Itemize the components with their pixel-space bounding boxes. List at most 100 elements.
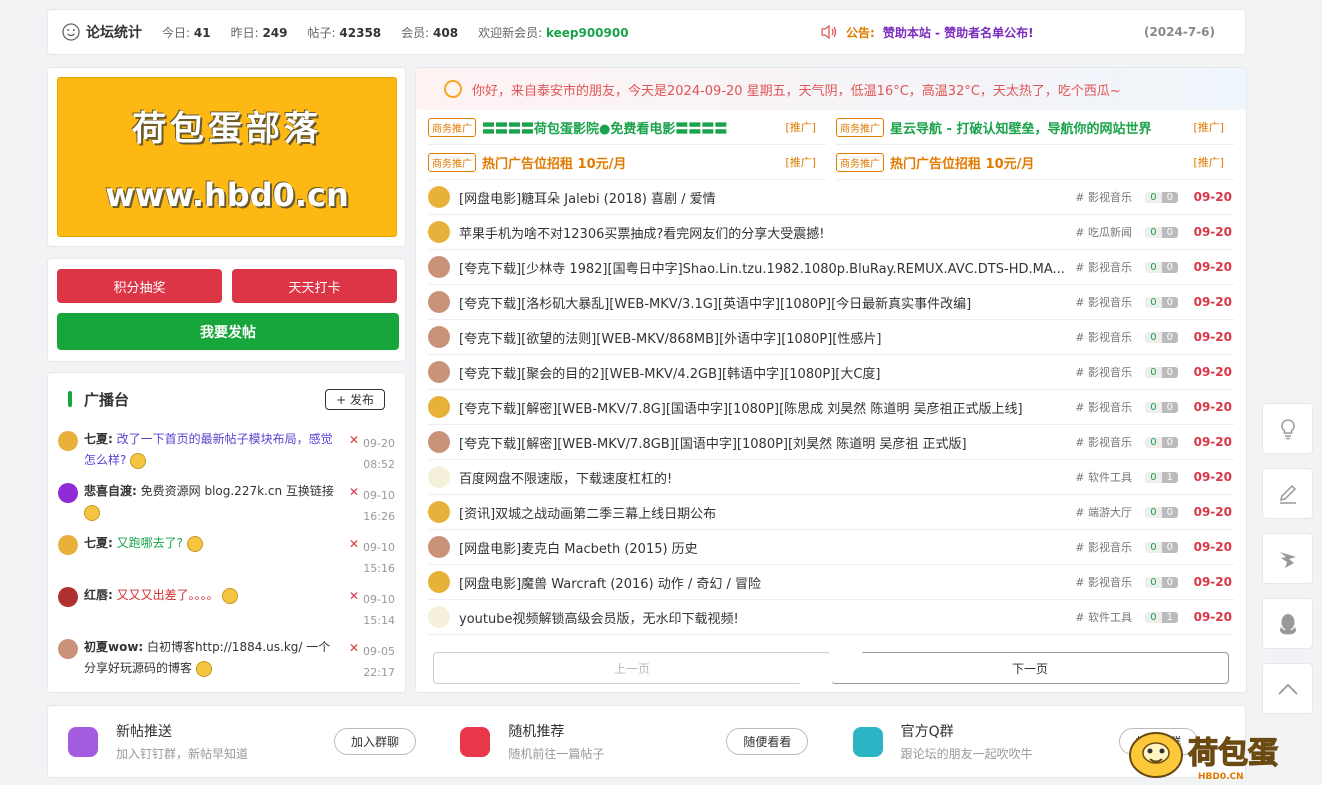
thread-category[interactable]: # 影视音乐 [1075,259,1132,275]
ad-item[interactable]: 商务推广 热门广告位招租 10元/月 [推广] [428,145,826,180]
thread-category[interactable]: # 软件工具 [1075,609,1132,625]
delete-icon[interactable]: ✕ [349,485,359,499]
avatar[interactable] [428,571,450,593]
avatar[interactable] [58,483,78,503]
site-logo[interactable]: 荷包蛋部落 www.hbd0.cn [57,77,397,237]
avatar[interactable] [58,431,78,451]
header-accent-bar [68,391,72,407]
view-count: 0 [1145,471,1162,483]
thread-date: 09-20 [1193,400,1232,414]
broadcast-author[interactable]: 红唇: [84,588,113,602]
thread-row: [资讯]双城之战动画第二季三幕上线日期公布 # 端游大厅 00 09-20 [428,495,1234,530]
avatar[interactable] [58,535,78,555]
thread-category[interactable]: # 影视音乐 [1075,294,1132,310]
broadcast-author[interactable]: 七夏: [84,432,113,446]
new-member-link[interactable]: keep900900 [546,26,629,40]
thread-counts: 00 [1145,226,1178,238]
avatar[interactable] [428,361,450,383]
thread-title[interactable]: [资讯]双城之战动画第二季三幕上线日期公布 [459,503,1069,522]
thread-title[interactable]: [夸克下载][少林寺 1982][国粤日中字]Shao.Lin.tzu.1982… [459,258,1069,277]
ad-text[interactable]: 热门广告位招租 10元/月 [890,153,1034,172]
thread-category[interactable]: # 影视音乐 [1075,434,1132,450]
avatar[interactable] [428,501,450,523]
reply-count: 0 [1161,331,1178,343]
thread-date: 09-20 [1193,610,1232,624]
lightbulb-icon[interactable] [1262,403,1313,454]
thread-date: 09-20 [1193,470,1232,484]
ad-tag: 商务推广 [428,152,476,172]
thread-title[interactable]: [夸克下载][解密][WEB-MKV/7.8G][国语中字][1080P][陈思… [459,398,1069,417]
broadcast-time: 09-10 15:14 [363,593,395,627]
thread-title[interactable]: [夸克下载][解密][WEB-MKV/7.8GB][国语中字][1080P][刘… [459,433,1069,452]
checkin-button[interactable]: 天天打卡 [232,269,397,303]
dingtalk-icon[interactable] [1262,533,1313,584]
thread-category[interactable]: # 吃瓜新闻 [1075,224,1132,240]
heart-pulse-icon [68,726,98,757]
view-count: 0 [1145,506,1162,518]
thread-title[interactable]: [网盘电影]糖耳朵 Jalebi (2018) 喜剧 / 爱情 [459,188,1069,207]
ad-item[interactable]: 商务推广 星云导航 - 打破认知壁垒，导航你的网站世界 [推广] [836,110,1234,145]
broadcast-author[interactable]: 初夏wow: [84,640,143,654]
avatar[interactable] [428,326,450,348]
broadcast-item: 红唇: 又又又出差了。。。。 ✕ 09-10 15:14 [48,581,405,633]
thread-category[interactable]: # 软件工具 [1075,469,1132,485]
avatar[interactable] [428,606,450,628]
ad-item[interactable]: 商务推广 〓〓〓〓荷包蛋影院●免费看电影〓〓〓〓 [推广] [428,110,826,145]
back-to-top-icon[interactable] [1262,663,1313,714]
promo-action-button[interactable]: 加入群聊 [334,728,417,755]
thread-title[interactable]: youtube视频解锁高级会员版，无水印下载视频! [459,608,1069,627]
thread-category[interactable]: # 影视音乐 [1075,189,1132,205]
next-page-button[interactable]: 下一页 [831,652,1229,684]
thread-title[interactable]: [网盘电影]魔兽 Warcraft (2016) 动作 / 奇幻 / 冒险 [459,573,1069,592]
thread-title[interactable]: 百度网盘不限速版，下载速度杠杠的! [459,468,1069,487]
publish-button[interactable]: + 发布 [325,389,385,410]
avatar[interactable] [428,466,450,488]
thread-category[interactable]: # 影视音乐 [1075,574,1132,590]
avatar[interactable] [428,291,450,313]
thread-title[interactable]: [夸克下载][洛杉矶大暴乱][WEB-MKV/3.1G][英语中字][1080P… [459,293,1069,312]
delete-icon[interactable]: ✕ [349,589,359,603]
lottery-button[interactable]: 积分抽奖 [57,269,222,303]
broadcast-message: 悲喜自渡: 免费资源网 blog.227k.cn 互换链接 [84,477,340,523]
avatar[interactable] [58,639,78,659]
ad-text[interactable]: 热门广告位招租 10元/月 [482,153,626,172]
new-post-button[interactable]: 我要发帖 [57,313,399,350]
thread-title[interactable]: [夸克下载][聚会的目的2][WEB-MKV/4.2GB][韩语中字][1080… [459,363,1069,382]
view-count: 0 [1145,226,1162,238]
avatar[interactable] [428,186,450,208]
thread-category[interactable]: # 影视音乐 [1075,399,1132,415]
avatar[interactable] [428,396,450,418]
avatar[interactable] [428,431,450,453]
edit-icon[interactable] [1262,468,1313,519]
avatar[interactable] [428,536,450,558]
broadcast-time: 09-20 08:52 [363,437,395,471]
broadcast-author[interactable]: 七夏: [84,536,113,550]
avatar[interactable] [428,256,450,278]
thread-category[interactable]: # 影视音乐 [1075,539,1132,555]
thread-title[interactable]: 苹果手机为啥不对12306买票抽成?看完网友们的分享大受震撼! [459,223,1069,242]
delete-icon[interactable]: ✕ [349,641,359,655]
ad-text[interactable]: 星云导航 - 打破认知壁垒，导航你的网站世界 [890,118,1151,137]
notice-link[interactable]: 赞助本站 - 赞助者名单公布! [883,24,1034,41]
broadcast-item: 七夏: 改了一下首页的最新帖子模块布局，感觉怎么样? ✕ 09-20 08:52 [48,425,405,477]
prev-page-button[interactable]: 上一页 [433,652,831,684]
delete-icon[interactable]: ✕ [349,537,359,551]
ad-item[interactable]: 商务推广 热门广告位招租 10元/月 [推广] [836,145,1234,180]
avatar[interactable] [58,587,78,607]
thread-category[interactable]: # 影视音乐 [1075,364,1132,380]
qq-icon[interactable] [1262,598,1313,649]
thread-title[interactable]: [夸克下载][欲望的法则][WEB-MKV/868MB][外语中字][1080P… [459,328,1069,347]
broadcast-author[interactable]: 悲喜自渡: [84,484,137,498]
view-count: 0 [1145,261,1162,273]
broadcast-time: 09-10 15:16 [363,541,395,575]
logo-url: www.hbd0.cn [105,175,349,214]
thread-category[interactable]: # 影视音乐 [1075,329,1132,345]
promo-action-button[interactable]: 随便看看 [726,728,809,755]
ad-text[interactable]: 〓〓〓〓荷包蛋影院●免费看电影〓〓〓〓 [482,118,727,137]
chat-bubbles-icon [852,726,883,757]
avatar[interactable] [428,221,450,243]
thread-row: [夸克下载][聚会的目的2][WEB-MKV/4.2GB][韩语中字][1080… [428,355,1234,390]
thread-title[interactable]: [网盘电影]麦克白 Macbeth (2015) 历史 [459,538,1069,557]
delete-icon[interactable]: ✕ [349,433,359,447]
thread-category[interactable]: # 端游大厅 [1075,504,1132,520]
